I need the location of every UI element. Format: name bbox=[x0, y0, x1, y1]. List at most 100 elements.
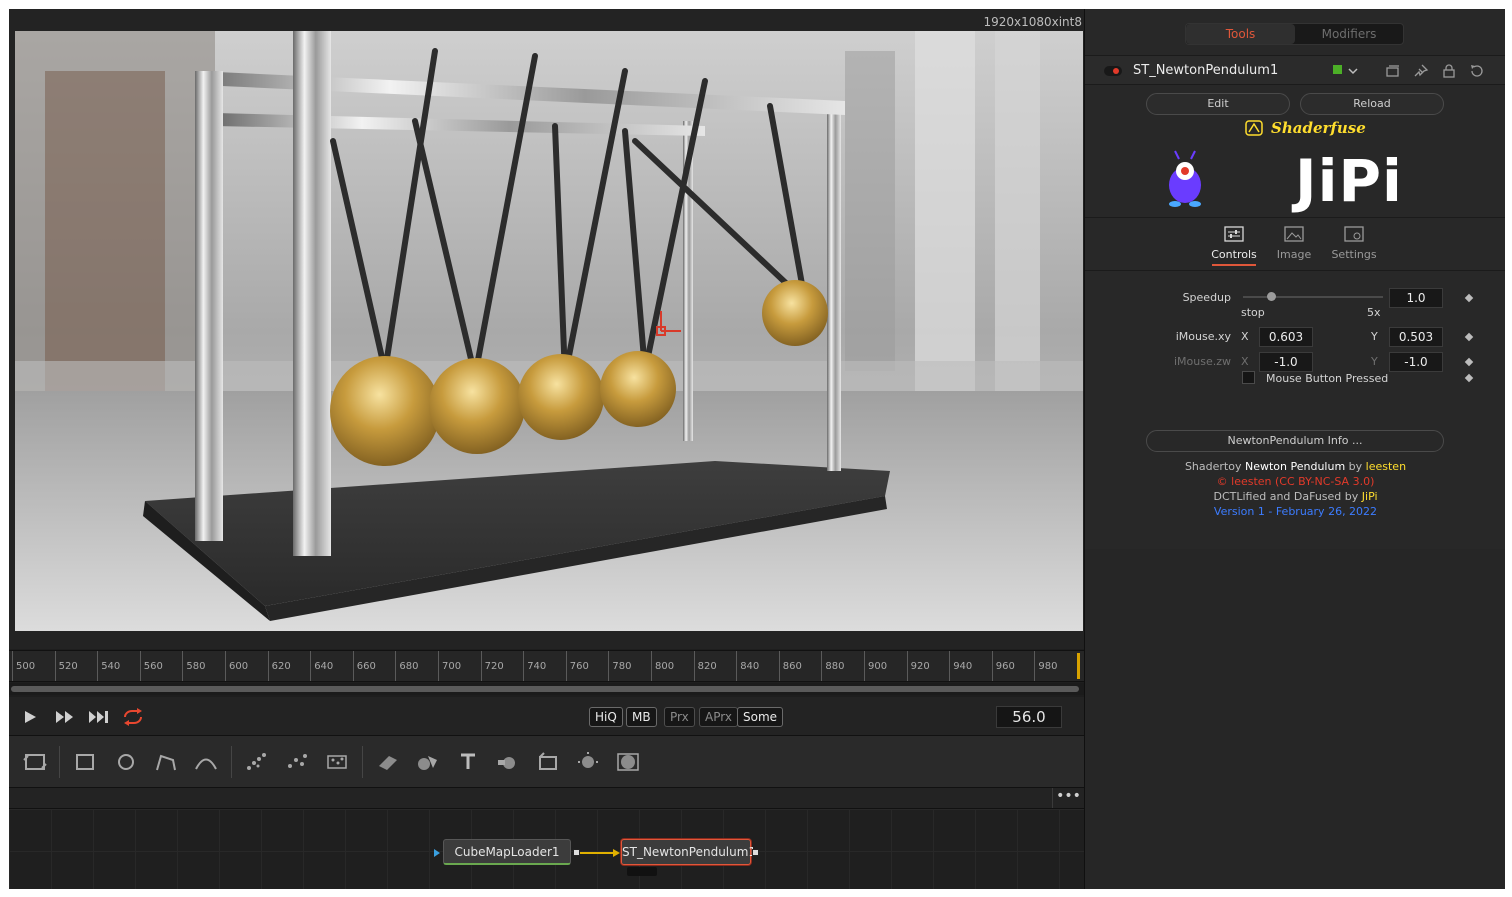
jipi-link[interactable]: JiPi bbox=[1362, 490, 1378, 503]
tab-controls[interactable]: Controls bbox=[1207, 226, 1261, 266]
polygon-mask-icon[interactable] bbox=[153, 750, 179, 774]
tab-modifiers[interactable]: Modifiers bbox=[1295, 24, 1403, 44]
merge3d-icon[interactable] bbox=[415, 750, 441, 774]
play-icon[interactable] bbox=[23, 710, 37, 724]
ruler-tick-label: 540 bbox=[101, 661, 121, 672]
particle-render-icon[interactable] bbox=[284, 750, 310, 774]
speedup-max-label: 5x bbox=[1367, 306, 1381, 319]
ruler-tick: 800 bbox=[651, 651, 674, 681]
ruler-tick-label: 680 bbox=[399, 661, 419, 672]
imouse-xy-x-field[interactable]: 0.603 bbox=[1259, 327, 1313, 347]
tab-tools[interactable]: Tools bbox=[1186, 24, 1295, 44]
selective-update-toggle[interactable]: Some bbox=[737, 707, 784, 727]
imouse-xy-y-field[interactable]: 0.503 bbox=[1389, 327, 1443, 347]
image-plane-icon[interactable] bbox=[615, 750, 641, 774]
tool-enable-toggle[interactable] bbox=[1104, 66, 1122, 76]
rectangle-mask-icon[interactable] bbox=[72, 750, 98, 774]
loop-icon[interactable] bbox=[121, 708, 145, 726]
renderer3d-icon[interactable] bbox=[495, 750, 521, 774]
ruler-tick: 500 bbox=[12, 651, 35, 681]
ruler-tick: 560 bbox=[139, 651, 163, 681]
node-newton-pendulum[interactable]: ST_NewtonPendulum1 bbox=[621, 839, 756, 865]
ruler-tick-label: 720 bbox=[484, 661, 504, 672]
inspector-tabs: Tools Modifiers bbox=[1185, 23, 1404, 45]
ruler-tick: 700 bbox=[438, 651, 461, 681]
ruler-tick-label: 840 bbox=[740, 661, 760, 672]
imouse-zw-keyframe-icon[interactable] bbox=[1464, 357, 1474, 367]
node-mask-ports[interactable] bbox=[627, 867, 657, 876]
particle-emitter-icon[interactable] bbox=[244, 750, 270, 774]
tab-settings-label: Settings bbox=[1331, 248, 1377, 261]
ruler-tick: 840 bbox=[736, 651, 759, 681]
more-options-button[interactable]: ••• bbox=[1052, 788, 1084, 808]
transform-icon[interactable] bbox=[22, 750, 48, 774]
current-frame-field[interactable]: 56.0 bbox=[996, 706, 1062, 728]
node-cubemaploader[interactable]: CubeMapLoader1 bbox=[443, 839, 571, 865]
hiq-toggle[interactable]: HiQ bbox=[589, 707, 623, 727]
tool-toolbar bbox=[9, 735, 1084, 787]
time-slider[interactable] bbox=[9, 683, 1084, 695]
timeline-ruler[interactable]: 500 520 540 560 580 600 620 640 660 680 700 720 740 7… bbox=[9, 650, 1084, 682]
credit-by: by bbox=[1345, 460, 1366, 473]
skip-to-end-icon[interactable] bbox=[88, 710, 110, 724]
ruler-tick: 600 bbox=[225, 651, 248, 681]
reload-button[interactable]: Reload bbox=[1300, 93, 1444, 115]
pin-icon[interactable] bbox=[1413, 63, 1429, 79]
tab-image[interactable]: Image bbox=[1267, 226, 1321, 261]
light3d-icon[interactable] bbox=[575, 750, 601, 774]
speedup-value-field[interactable]: 1.0 bbox=[1389, 288, 1443, 308]
imouse-xy-x-label: X bbox=[1241, 330, 1249, 343]
imouse-zw-label: iMouse.zw bbox=[1173, 355, 1231, 368]
particle-lab-icon[interactable] bbox=[324, 750, 350, 774]
mouse-pressed-checkbox[interactable] bbox=[1242, 371, 1255, 384]
speedup-slider-knob[interactable] bbox=[1267, 292, 1276, 301]
ruler-tick-label: 860 bbox=[782, 661, 802, 672]
info-button[interactable]: NewtonPendulum Info ... bbox=[1146, 430, 1444, 452]
node-flow-editor[interactable]: CubeMapLoader1 ST_NewtonPendulum1 bbox=[9, 809, 1084, 889]
toolbar-divider bbox=[362, 746, 363, 778]
mouse-pressed-keyframe-icon[interactable] bbox=[1464, 373, 1474, 383]
imouse-zw-y-label: Y bbox=[1371, 355, 1378, 368]
tool-color-swatch[interactable] bbox=[1333, 65, 1342, 74]
imouse-xy-keyframe-icon[interactable] bbox=[1464, 332, 1474, 342]
speedup-slider-track[interactable] bbox=[1243, 296, 1383, 298]
reset-icon[interactable] bbox=[1469, 63, 1485, 79]
imouse-zw-y-field[interactable]: -1.0 bbox=[1389, 352, 1443, 372]
fast-forward-icon[interactable] bbox=[55, 710, 75, 724]
output-port[interactable] bbox=[573, 849, 580, 856]
tab-active-indicator bbox=[1212, 264, 1256, 266]
imouse-zw-x-field[interactable]: -1.0 bbox=[1259, 352, 1313, 372]
version-icon[interactable] bbox=[1385, 63, 1401, 79]
tab-image-label: Image bbox=[1276, 248, 1312, 261]
motion-blur-toggle[interactable]: MB bbox=[626, 707, 657, 727]
lock-icon[interactable] bbox=[1441, 63, 1457, 79]
output-port[interactable] bbox=[752, 849, 759, 856]
shadertoy-link[interactable]: Newton Pendulum bbox=[1245, 460, 1345, 473]
tool-header[interactable]: ST_NewtonPendulum1 bbox=[1085, 55, 1505, 85]
proxy-toggle[interactable]: Prx bbox=[664, 707, 695, 727]
viewer-image[interactable] bbox=[15, 31, 1083, 631]
author-link[interactable]: leesten bbox=[1366, 460, 1406, 473]
speedup-label: Speedup bbox=[1182, 291, 1231, 304]
credit-license[interactable]: © leesten (CC BY-NC-SA 3.0) bbox=[1085, 475, 1505, 488]
auto-proxy-toggle[interactable]: APrx bbox=[699, 707, 738, 727]
ellipse-mask-icon[interactable] bbox=[113, 750, 139, 774]
ruler-tick-label: 900 bbox=[868, 661, 888, 672]
edit-button[interactable]: Edit bbox=[1146, 93, 1290, 115]
chevron-down-icon[interactable] bbox=[1347, 65, 1363, 81]
mascot-logo bbox=[1169, 150, 1201, 207]
version-link[interactable]: Version 1 - February 26, 2022 bbox=[1085, 505, 1505, 518]
ruler-tick-label: 520 bbox=[58, 661, 78, 672]
bspline-mask-icon[interactable] bbox=[193, 750, 219, 774]
text3d-icon[interactable] bbox=[455, 750, 481, 774]
ruler-tick-label: 960 bbox=[995, 661, 1015, 672]
camera3d-icon[interactable] bbox=[535, 750, 561, 774]
viewer-resolution-label: 1920x1080xint8 bbox=[983, 15, 1082, 29]
shape3d-icon[interactable] bbox=[375, 750, 401, 774]
tab-settings[interactable]: Settings bbox=[1327, 226, 1381, 261]
time-slider-track[interactable] bbox=[11, 686, 1079, 692]
shaderfuse-label: Shaderfuse bbox=[1271, 119, 1366, 137]
speedup-keyframe-icon[interactable] bbox=[1464, 293, 1474, 303]
toolbar-divider bbox=[59, 746, 60, 778]
playhead[interactable] bbox=[1077, 653, 1080, 679]
